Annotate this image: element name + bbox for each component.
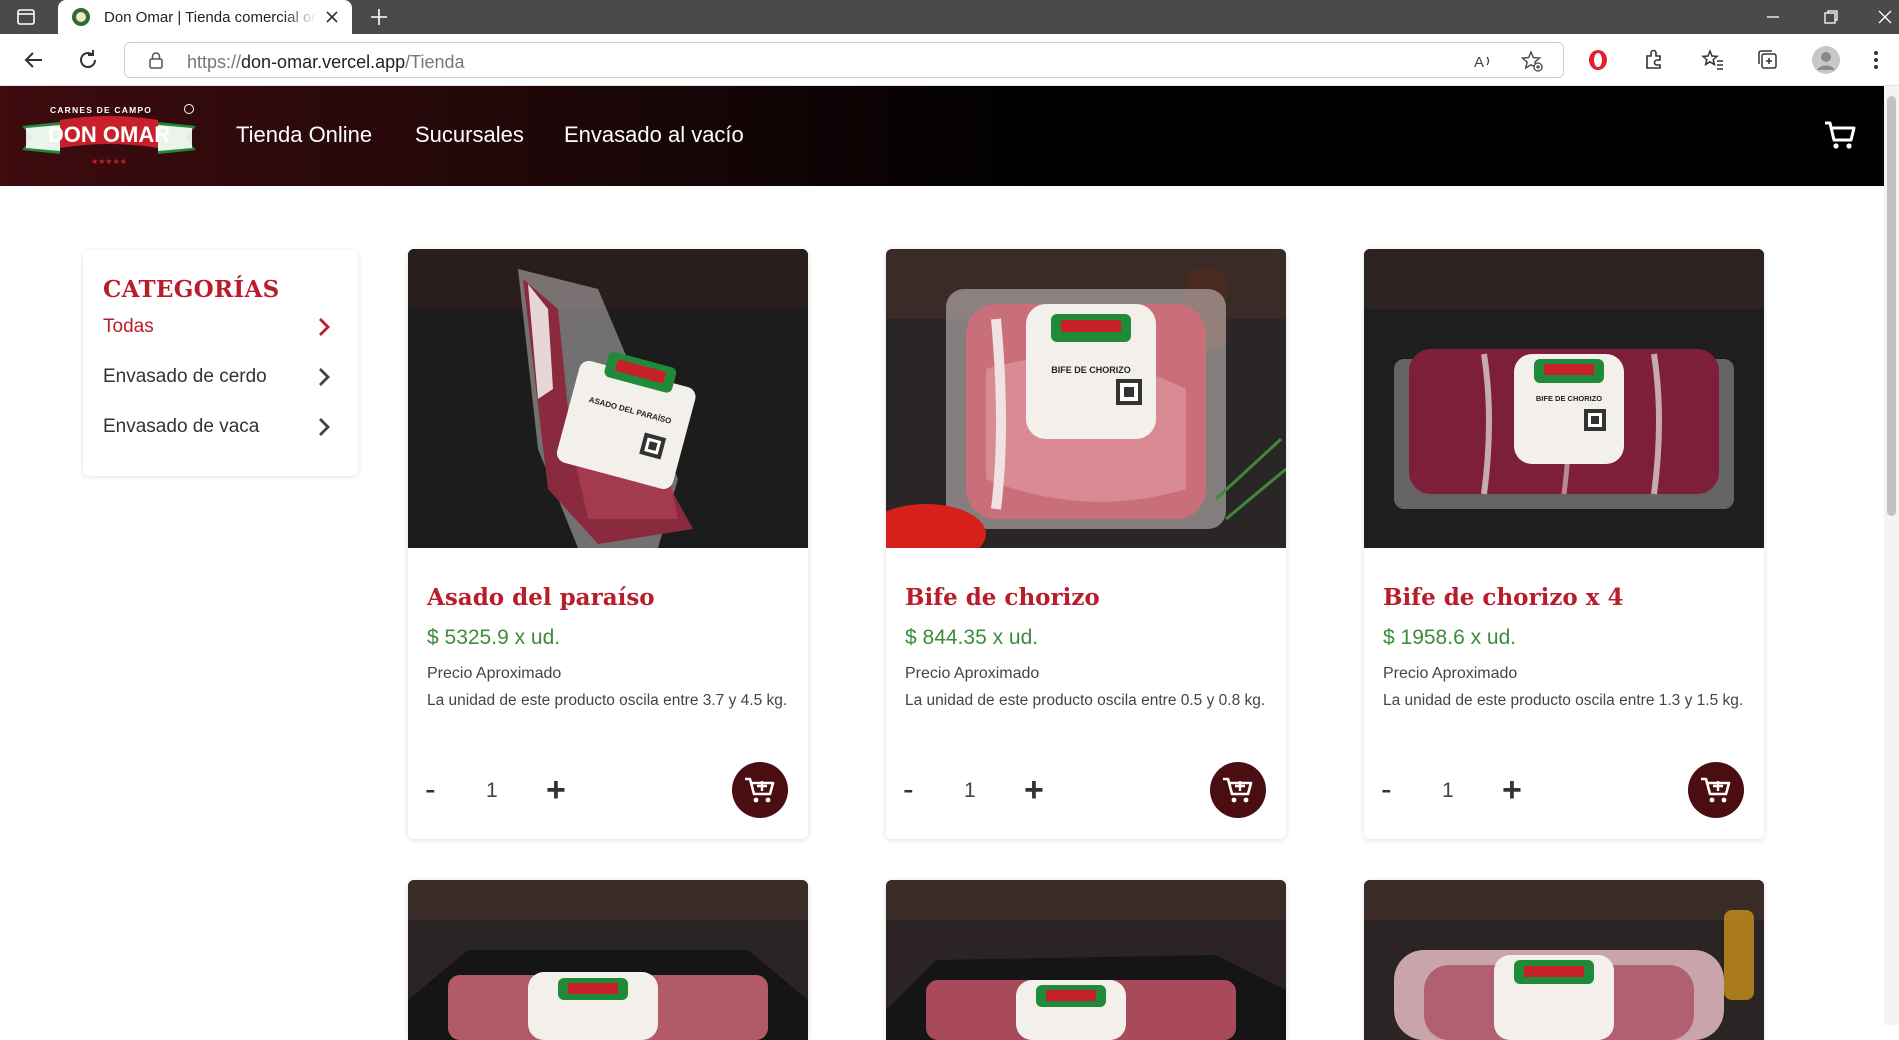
favorites-icon[interactable] <box>1700 47 1726 73</box>
package-label-text: BIFE DE CHORIZO <box>1051 365 1131 375</box>
extensions-icon[interactable] <box>1641 47 1667 73</box>
product-image[interactable] <box>1364 880 1764 1040</box>
add-to-cart-button[interactable] <box>1210 762 1266 818</box>
product-image[interactable]: ASADO DEL PARAÍSO <box>408 249 808 548</box>
nav-tienda-online[interactable]: Tienda Online <box>236 122 372 148</box>
category-label: Envasado de vaca <box>103 416 260 437</box>
increase-qty-button[interactable]: + <box>1502 771 1522 810</box>
product-price: $ 1958.6 x ud. <box>1383 626 1517 649</box>
product-name: Bife de chorizo x 4 <box>1383 584 1624 611</box>
minimize-icon[interactable] <box>1762 6 1784 28</box>
product-image[interactable]: BIFE DE CHORIZO <box>886 249 1286 548</box>
price-approx-label: Precio Aproximado <box>427 665 562 682</box>
price-approx-label: Precio Aproximado <box>1383 665 1518 682</box>
category-label: Todas <box>103 316 154 337</box>
increase-qty-button[interactable]: + <box>1024 771 1044 810</box>
browser-address-bar: https://don-omar.vercel.app/Tienda A <box>0 34 1899 86</box>
product-description: La unidad de este producto oscila entre … <box>905 692 1266 709</box>
url-text: https://don-omar.vercel.app/Tienda <box>187 52 465 72</box>
nav-envasado-al-vacio[interactable]: Envasado al vacío <box>564 122 744 148</box>
product-image[interactable] <box>408 880 808 1040</box>
site-favicon-icon <box>72 8 90 26</box>
nav-sucursales[interactable]: Sucursales <box>415 122 524 148</box>
scrollbar-thumb[interactable] <box>1887 96 1896 516</box>
product-card: BIFE DE CHORIZO Bife de chorizo x 4 $ 19… <box>1364 249 1764 839</box>
restore-icon[interactable] <box>1820 6 1842 28</box>
quantity-value: 1 <box>1442 779 1454 802</box>
chevron-right-icon <box>319 368 330 386</box>
url-input[interactable]: https://don-omar.vercel.app/Tienda A <box>124 42 1564 78</box>
product-card: ASADO DEL PARAÍSO Asado del paraíso $ 53… <box>408 249 808 839</box>
logo-main-text: DON OMAR <box>48 122 170 147</box>
chevron-right-icon <box>319 318 330 336</box>
add-to-cart-button[interactable] <box>732 762 788 818</box>
refresh-icon[interactable] <box>76 48 100 72</box>
product-description: La unidad de este producto oscila entre … <box>427 692 788 709</box>
browser-tabbar: Don Omar | Tienda comercial online <box>0 0 1899 34</box>
logo-top-text: CARNES DE CAMPO <box>50 105 152 115</box>
browser-tab[interactable]: Don Omar | Tienda comercial online <box>58 0 352 34</box>
product-price: $ 5325.9 x ud. <box>427 626 561 649</box>
category-todas[interactable]: Todas <box>103 312 333 342</box>
category-envasado-de-vaca[interactable]: Envasado de vaca <box>103 412 333 442</box>
add-to-cart-button[interactable] <box>1688 762 1744 818</box>
quantity-value: 1 <box>486 779 498 802</box>
back-arrow-icon[interactable] <box>22 48 46 72</box>
tab-title: Don Omar | Tienda comercial online <box>104 9 316 26</box>
category-envasado-de-cerdo[interactable]: Envasado de cerdo <box>103 362 333 392</box>
product-image[interactable]: BIFE DE CHORIZO <box>1364 249 1764 548</box>
product-price: $ 844.35 x ud. <box>905 626 1039 649</box>
more-menu-icon[interactable] <box>1866 47 1886 73</box>
product-name: Asado del paraíso <box>427 584 655 611</box>
svg-text:★★★★★: ★★★★★ <box>91 157 127 166</box>
svg-text:A: A <box>1474 54 1484 71</box>
product-name: Bife de chorizo <box>905 584 1100 611</box>
chevron-right-icon <box>319 418 330 436</box>
new-tab-icon[interactable] <box>368 6 390 28</box>
add-cart-icon <box>1701 777 1731 803</box>
increase-qty-button[interactable]: + <box>546 771 566 810</box>
don-omar-logo[interactable]: CARNES DE CAMPO DON OMAR ★★★★★ <box>20 102 198 172</box>
profile-avatar-icon[interactable] <box>1811 45 1841 75</box>
decrease-qty-button[interactable]: - <box>425 771 436 808</box>
quantity-value: 1 <box>964 779 976 802</box>
tab-actions-icon[interactable] <box>16 7 36 27</box>
product-card <box>1364 880 1764 1040</box>
close-tab-icon[interactable] <box>322 7 342 27</box>
opera-extension-icon[interactable] <box>1585 47 1611 73</box>
lock-icon[interactable] <box>147 51 165 69</box>
collections-icon[interactable] <box>1755 47 1781 73</box>
add-cart-icon <box>745 777 775 803</box>
decrease-qty-button[interactable]: - <box>903 771 914 808</box>
decrease-qty-button[interactable]: - <box>1381 771 1392 808</box>
categories-title: CATEGORÍAS <box>103 276 280 303</box>
product-card <box>408 880 808 1040</box>
product-card: BIFE DE CHORIZO Bife de chorizo $ 844.35… <box>886 249 1286 839</box>
page-scrollbar[interactable] <box>1884 86 1899 1025</box>
package-label-text: BIFE DE CHORIZO <box>1536 394 1602 403</box>
categories-sidebar: CATEGORÍAS Todas Envasado de cerdo Envas… <box>83 250 358 476</box>
price-approx-label: Precio Aproximado <box>905 665 1040 682</box>
cart-icon[interactable] <box>1823 118 1857 152</box>
product-image[interactable] <box>886 880 1286 1040</box>
add-cart-icon <box>1223 777 1253 803</box>
site-header: CARNES DE CAMPO DON OMAR ★★★★★ Tienda On… <box>0 86 1899 186</box>
product-card <box>886 880 1286 1040</box>
close-window-icon[interactable] <box>1874 6 1896 28</box>
category-label: Envasado de cerdo <box>103 366 267 387</box>
read-aloud-icon[interactable]: A <box>1473 51 1493 71</box>
add-favorite-icon[interactable] <box>1521 50 1543 72</box>
product-description: La unidad de este producto oscila entre … <box>1383 692 1744 709</box>
